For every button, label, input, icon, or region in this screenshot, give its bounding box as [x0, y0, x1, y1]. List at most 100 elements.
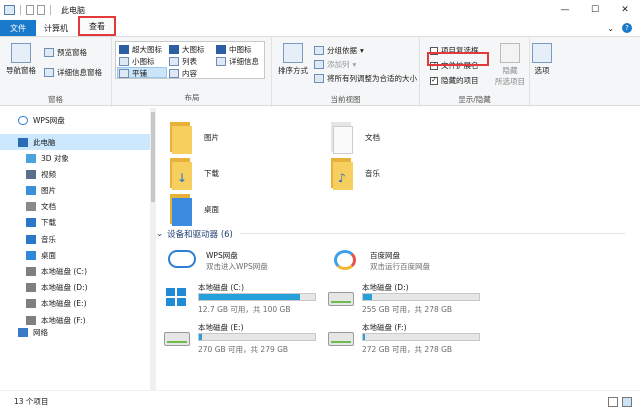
- nav-item[interactable]: 本地磁盘 (D:): [0, 280, 150, 296]
- nav-item[interactable]: 音乐: [0, 231, 150, 247]
- nav-label: 网络: [33, 327, 48, 337]
- nav-label: 下载: [41, 218, 56, 228]
- details-label: 详细信息: [229, 57, 259, 66]
- medium-label: 中图标: [229, 45, 252, 54]
- large-label: 大图标: [182, 45, 205, 54]
- group-by-label: 分组依据: [327, 46, 357, 55]
- options-button[interactable]: 选项: [532, 43, 552, 76]
- folder-pictures[interactable]: 图片: [170, 120, 219, 154]
- drive-c[interactable]: 本地磁盘 (C:) 12.7 GB 可用，共 100 GB: [156, 282, 316, 314]
- network-icon: [18, 327, 28, 337]
- details-pane-label: 详细信息窗格: [57, 68, 102, 77]
- tab-view[interactable]: 查看: [78, 16, 116, 36]
- chevron-down-icon: ▾: [352, 60, 357, 69]
- medium-icons-icon: [216, 45, 226, 54]
- properties-icon[interactable]: [26, 5, 34, 15]
- drive-icon: [26, 266, 36, 276]
- nav-item-network[interactable]: 网络: [0, 324, 150, 340]
- hide-selected-label: 隐藏: [502, 66, 518, 75]
- sort-by-label: 排序方式: [278, 66, 308, 75]
- scrollbar-thumb[interactable]: [151, 112, 155, 202]
- folder-name: 音乐: [365, 168, 380, 178]
- nav-item[interactable]: 文档: [0, 199, 150, 215]
- medium-icons-option[interactable]: 中图标: [216, 44, 252, 55]
- drive-icon: [164, 332, 190, 346]
- chevron-down-icon[interactable]: ⌄: [607, 24, 614, 33]
- nav-label: 音乐: [41, 234, 56, 244]
- cloud-icon: [168, 250, 196, 268]
- cloud-item-wps[interactable]: WPS网盘 双击进入WPS网盘: [164, 248, 324, 274]
- sort-by-button[interactable]: 排序方式: [278, 43, 308, 76]
- drive-f[interactable]: 本地磁盘 (F:) 272 GB 可用，共 278 GB: [320, 322, 480, 354]
- details-pane-button[interactable]: 详细信息窗格: [44, 67, 102, 78]
- folder-desktop[interactable]: 桌面: [170, 192, 219, 226]
- folder-downloads[interactable]: ↓ 下载: [170, 156, 219, 190]
- hidden-items-option[interactable]: ✓ 隐藏的项目: [430, 75, 479, 86]
- details-view-icon[interactable]: [608, 397, 618, 407]
- drive-e[interactable]: 本地磁盘 (E:) 270 GB 可用，共 279 GB: [156, 322, 316, 354]
- help-icon[interactable]: ?: [622, 23, 632, 33]
- tiles-option[interactable]: 平铺: [119, 68, 147, 79]
- options-icon: [532, 43, 552, 63]
- nav-pane-button[interactable]: 导航窗格: [6, 43, 36, 76]
- folder-name: 文档: [365, 132, 380, 142]
- large-icons-view-icon[interactable]: [622, 397, 632, 407]
- list-label: 列表: [182, 57, 197, 66]
- content-label: 内容: [182, 69, 197, 78]
- drive-icon: [328, 292, 354, 306]
- folder-name: 桌面: [204, 204, 219, 214]
- size-all-columns-button[interactable]: 将所有列调整为合适的大小: [314, 73, 417, 84]
- preview-pane-icon: [44, 48, 54, 57]
- add-column-button[interactable]: 添加列 ▾: [314, 59, 356, 70]
- nav-item[interactable]: 桌面: [0, 247, 150, 263]
- nav-label: 桌面: [41, 250, 56, 260]
- nav-item[interactable]: 图片: [0, 182, 150, 198]
- cube-icon: [26, 153, 36, 163]
- small-icons-option[interactable]: 小图标: [119, 56, 155, 67]
- folder-documents[interactable]: 文档: [331, 120, 380, 154]
- nav-item[interactable]: 3D 对象: [0, 150, 150, 166]
- group-by-button[interactable]: 分组依据 ▾: [314, 45, 364, 56]
- maximize-button[interactable]: ☐: [580, 0, 610, 20]
- folder-music[interactable]: ♪ 音乐: [331, 156, 380, 190]
- drive-usage-bar: [362, 293, 480, 301]
- divider: [20, 5, 21, 15]
- hide-selected-button[interactable]: 隐藏 所选项目: [495, 43, 525, 87]
- drive-d[interactable]: 本地磁盘 (D:) 255 GB 可用，共 278 GB: [320, 282, 480, 314]
- divider: [240, 233, 625, 234]
- nav-item-wps[interactable]: WPS网盘: [0, 112, 150, 128]
- nav-label: 此电脑: [33, 137, 56, 147]
- folder-icon: [170, 120, 194, 154]
- preview-pane-button[interactable]: 预览窗格: [44, 47, 87, 58]
- close-button[interactable]: ✕: [610, 0, 640, 20]
- large-icons-option[interactable]: 大图标: [169, 44, 205, 55]
- computer-icon: [18, 137, 28, 147]
- nav-item[interactable]: 下载: [0, 215, 150, 231]
- list-option[interactable]: 列表: [169, 56, 197, 67]
- tab-file[interactable]: 文件: [0, 20, 36, 36]
- sort-icon: [283, 43, 303, 63]
- hide-selected-icon: [500, 43, 520, 63]
- nav-item[interactable]: 本地磁盘 (C:): [0, 263, 150, 279]
- extra-large-label: 超大图标: [132, 45, 162, 54]
- content-option[interactable]: 内容: [169, 68, 197, 79]
- nav-label: 视频: [41, 169, 56, 179]
- group-label: 显示/隐藏: [458, 95, 491, 104]
- nav-item-this-pc[interactable]: 此电脑: [0, 134, 150, 150]
- devices-section-header[interactable]: ⌄ 设备和驱动器 (6): [156, 228, 625, 240]
- details-option[interactable]: 详细信息: [216, 56, 259, 67]
- tiles-icon: [119, 69, 129, 78]
- nav-item[interactable]: 视频: [0, 166, 150, 182]
- minimize-button[interactable]: —: [550, 0, 580, 20]
- nav-item[interactable]: 本地磁盘 (E:): [0, 296, 150, 312]
- picture-icon: [26, 185, 36, 195]
- new-folder-icon[interactable]: [37, 5, 45, 15]
- tab-computer[interactable]: 计算机: [36, 20, 76, 36]
- extra-large-icons-option[interactable]: 超大图标: [119, 44, 162, 55]
- hidden-items-checkbox[interactable]: ✓: [430, 76, 438, 85]
- cloud-item-baidu[interactable]: 百度网盘 双击运行百度网盘: [328, 248, 488, 274]
- nav-pane-label: 导航窗格: [6, 66, 36, 75]
- window-title: 此电脑: [61, 5, 85, 15]
- item-count: 13 个项目: [14, 397, 49, 406]
- drive-free: 272 GB 可用，共 278 GB: [362, 345, 453, 354]
